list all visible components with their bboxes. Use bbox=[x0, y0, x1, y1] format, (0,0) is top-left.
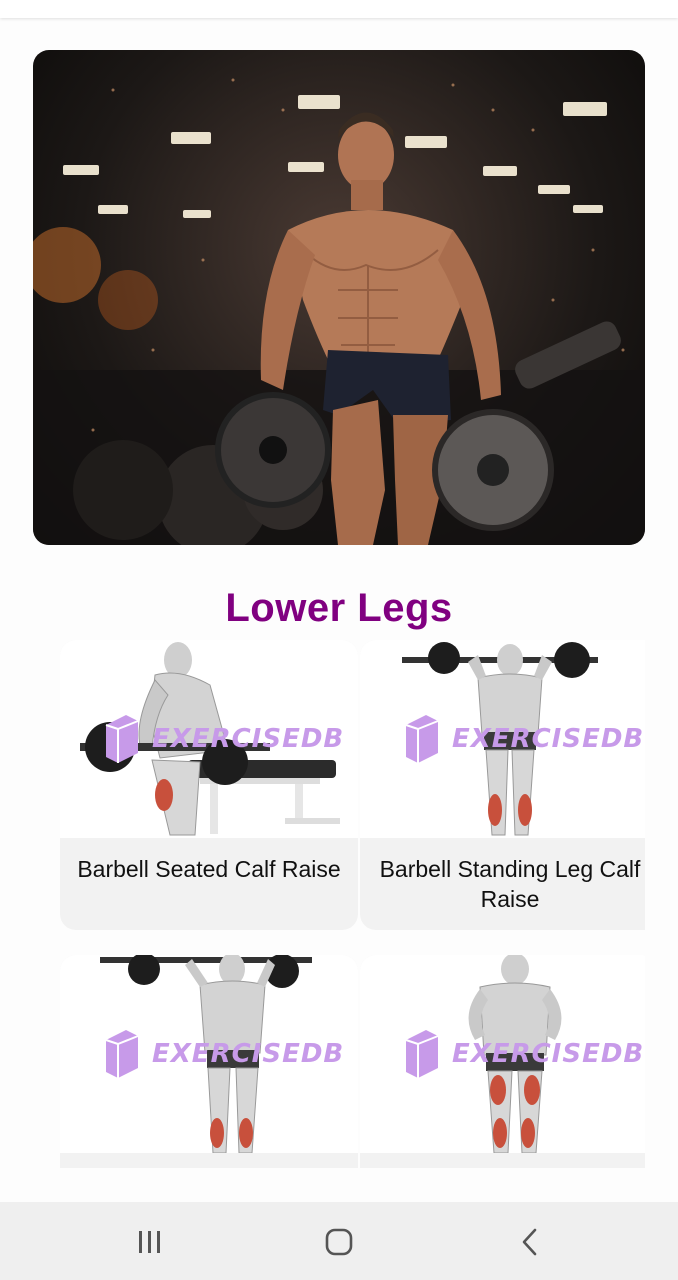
system-nav-bar bbox=[0, 1202, 678, 1280]
recent-apps-icon[interactable] bbox=[120, 1222, 180, 1262]
exercise-image: EXERCISEDB bbox=[360, 955, 645, 1153]
exercise-image: EXERCISEDB bbox=[60, 955, 358, 1153]
exercise-image: EXERCISEDB bbox=[360, 640, 645, 838]
exercise-name: Barbell Standing Leg Calf Raise bbox=[379, 856, 641, 912]
exercise-name: Barbell Seated Calf Raise bbox=[77, 856, 341, 882]
hero-image bbox=[33, 50, 645, 545]
watermark: EXERCISEDB bbox=[452, 724, 645, 754]
exercise-card[interactable]: EXERCISEDB Barbell Seated Calf Raise bbox=[60, 640, 358, 930]
watermark: EXERCISEDB bbox=[152, 1039, 345, 1069]
exercise-card[interactable]: EXERCISEDB bbox=[60, 955, 358, 1168]
exercise-image: EXERCISEDB bbox=[60, 640, 358, 838]
home-icon[interactable] bbox=[309, 1222, 369, 1262]
exercise-card[interactable]: EXERCISEDB bbox=[360, 955, 645, 1168]
exercise-grid: EXERCISEDB Barbell Seated Calf Raise EXE… bbox=[60, 640, 645, 1168]
watermark: EXERCISEDB bbox=[452, 1039, 645, 1069]
back-icon[interactable] bbox=[500, 1222, 560, 1262]
watermark: EXERCISEDB bbox=[152, 724, 345, 754]
section-title: Lower Legs bbox=[225, 586, 453, 630]
status-bar bbox=[0, 0, 678, 18]
exercise-card[interactable]: EXERCISEDB Barbell Standing Leg Calf Rai… bbox=[360, 640, 645, 930]
